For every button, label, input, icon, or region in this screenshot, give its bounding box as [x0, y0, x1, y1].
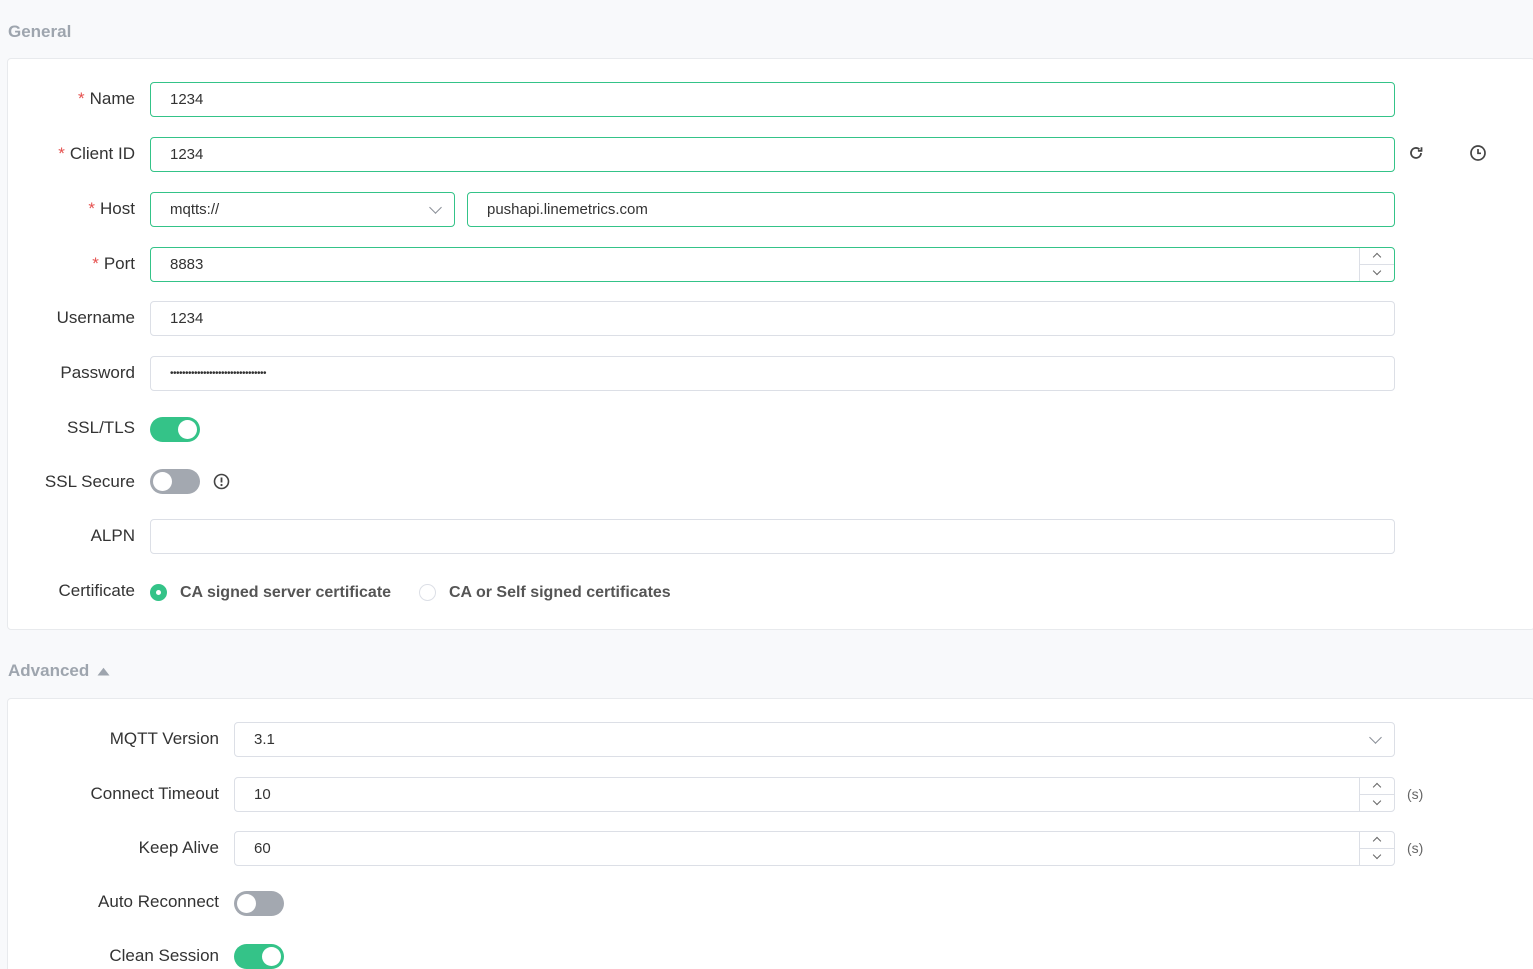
chevron-down-icon [1369, 731, 1382, 744]
connect-timeout-unit: (s) [1407, 786, 1424, 802]
name-input[interactable]: 1234 [150, 82, 1395, 117]
keep-alive-stepper [1359, 832, 1394, 865]
keep-alive-increment-button[interactable] [1360, 832, 1394, 849]
client-id-label: * Client ID [58, 144, 135, 163]
ssl-secure-toggle[interactable] [150, 469, 200, 494]
keep-alive-decrement-button[interactable] [1360, 849, 1394, 866]
chevron-down-icon [429, 201, 442, 214]
connect-timeout-label: Connect Timeout [90, 784, 219, 803]
username-input[interactable]: 1234 [150, 301, 1395, 336]
keep-alive-unit: (s) [1407, 840, 1424, 856]
caret-up-icon [97, 667, 110, 675]
client-id-input[interactable]: 1234 [150, 137, 1395, 172]
password-label: Password [60, 363, 135, 382]
connect-timeout-stepper [1359, 778, 1394, 811]
clean-session-toggle[interactable] [234, 944, 284, 969]
connect-timeout-increment-button[interactable] [1360, 778, 1394, 795]
host-input[interactable]: pushapi.linemetrics.com [467, 192, 1395, 227]
port-increment-button[interactable] [1360, 248, 1394, 265]
port-stepper [1359, 248, 1394, 281]
general-section-title: General [8, 22, 72, 41]
keep-alive-input[interactable]: 60 [234, 831, 1395, 866]
certificate-self-signed-label[interactable]: CA or Self signed certificates [449, 584, 671, 602]
port-label: * Port [92, 254, 135, 273]
chevron-down-icon [1372, 851, 1382, 860]
certificate-ca-signed-radio[interactable] [150, 584, 167, 601]
ssl-tls-toggle[interactable] [150, 417, 200, 442]
port-decrement-button[interactable] [1360, 265, 1394, 282]
connect-timeout-decrement-button[interactable] [1360, 795, 1394, 812]
info-icon[interactable] [210, 470, 232, 492]
chevron-down-icon [1372, 797, 1382, 806]
protocol-select[interactable]: mqtts:// [150, 192, 455, 227]
refresh-icon[interactable] [1405, 142, 1427, 164]
name-label: * Name [78, 89, 135, 108]
connect-timeout-input[interactable]: 10 [234, 777, 1395, 812]
mqtt-version-label: MQTT Version [109, 729, 219, 748]
port-input[interactable]: 8883 [150, 247, 1395, 282]
chevron-down-icon [1372, 267, 1382, 276]
certificate-ca-signed-label[interactable]: CA signed server certificate [180, 584, 391, 602]
ssl-tls-label: SSL/TLS [66, 418, 135, 437]
clock-icon[interactable] [1467, 142, 1489, 164]
keep-alive-label: Keep Alive [138, 838, 219, 857]
certificate-self-signed-radio[interactable] [419, 584, 436, 601]
chevron-up-icon [1372, 837, 1382, 846]
password-input[interactable]: •••••••••••••••••••••••••••••••• [150, 356, 1395, 391]
auto-reconnect-label: Auto Reconnect [98, 892, 219, 911]
advanced-section-title[interactable]: Advanced [8, 661, 110, 681]
mqtt-version-select[interactable]: 3.1 [234, 722, 1395, 757]
chevron-up-icon [1372, 253, 1382, 262]
alpn-label: ALPN [90, 526, 135, 545]
ssl-secure-label: SSL Secure [44, 472, 135, 491]
auto-reconnect-toggle[interactable] [234, 891, 284, 916]
clean-session-label: Clean Session [109, 946, 219, 965]
chevron-up-icon [1372, 783, 1382, 792]
username-label: Username [56, 308, 135, 327]
certificate-label: Certificate [58, 581, 135, 600]
alpn-input[interactable] [150, 519, 1395, 554]
host-label: * Host [88, 199, 135, 218]
